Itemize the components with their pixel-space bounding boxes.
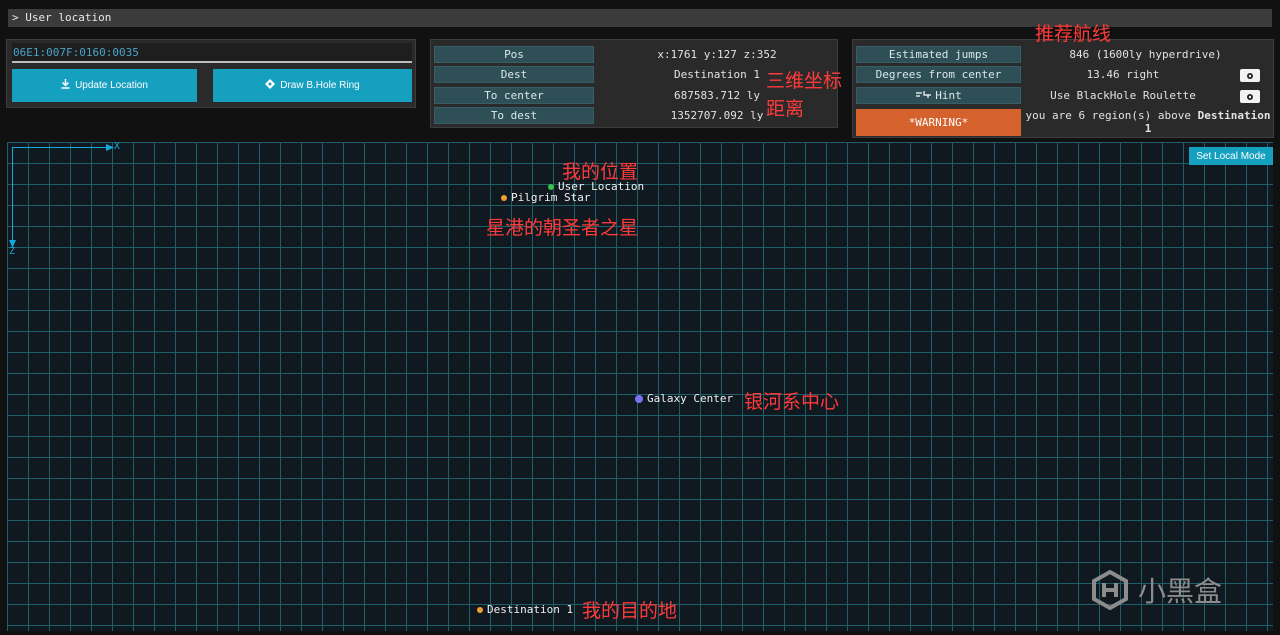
to-center-label: To center — [434, 87, 594, 104]
annotation-destination: 我的目的地 — [582, 600, 678, 622]
galaxy-center-marker[interactable]: Galaxy Center — [635, 392, 733, 405]
annotation-pilgrim-star: 星港的朝圣者之星 — [486, 217, 639, 239]
warning-text-a: you are 6 region(s) above — [1025, 109, 1192, 122]
degrees-info-button[interactable] — [1240, 69, 1260, 82]
heybox-logo-icon — [1092, 570, 1128, 610]
galaxy-map[interactable]: X Z Set Local Mode User Location Pilgrim… — [7, 142, 1273, 631]
watermark: 小黑盒 — [1090, 570, 1222, 610]
dest-label: Dest — [434, 66, 594, 83]
x-axis-arrow-icon — [106, 144, 114, 151]
pos-value: x:1761 y:127 z:352 — [657, 48, 777, 61]
destination-dot — [477, 606, 483, 613]
hint-label: Hint — [935, 89, 962, 102]
galaxy-center-label: Galaxy Center — [647, 392, 734, 405]
set-local-mode-button[interactable]: Set Local Mode — [1189, 147, 1273, 165]
annotation-distance: 距离 — [766, 98, 805, 120]
pilgrim-star-marker[interactable]: Pilgrim Star — [501, 191, 590, 204]
annotation-my-position: 我的位置 — [562, 161, 639, 183]
z-axis-line — [12, 147, 13, 242]
z-axis-label: Z — [9, 246, 16, 257]
destination-label: Destination 1 — [487, 603, 574, 616]
gear-icon — [1247, 72, 1253, 79]
hint-icon — [915, 89, 933, 102]
pilgrim-star-label: Pilgrim Star — [511, 191, 591, 204]
crosshair-icon — [265, 79, 276, 92]
galactic-coordinate-input[interactable] — [12, 43, 412, 63]
update-location-button[interactable]: Update Location — [12, 69, 197, 102]
warning-text: you are 6 region(s) above Destination 1 — [1023, 109, 1273, 135]
warning-badge: *WARNING* — [856, 109, 1021, 136]
gear-icon — [1247, 93, 1253, 100]
x-axis-line — [12, 147, 112, 148]
hint-value: Use BlackHole Roulette — [1050, 89, 1196, 102]
destination-marker[interactable]: Destination 1 — [477, 603, 573, 616]
update-location-label: Update Location — [75, 80, 148, 91]
hint-info-button[interactable] — [1240, 90, 1260, 103]
degrees-from-center-value: 13.46 right — [1086, 68, 1160, 81]
to-dest-label: To dest — [434, 107, 594, 124]
x-axis-label: X — [114, 142, 121, 152]
estimated-jumps-label: Estimated jumps — [856, 46, 1021, 63]
pilgrim-star-dot — [501, 194, 507, 201]
location-panel: Update Location Draw B.Hole Ring — [6, 39, 416, 108]
watermark-text: 小黑盒 — [1138, 575, 1223, 608]
download-icon — [61, 79, 70, 92]
annotation-3d-coordinates: 三维坐标 — [766, 70, 843, 92]
estimated-jumps-value: 846 (1600ly hyperdrive) — [1069, 48, 1222, 61]
route-panel: Estimated jumps 846 (1600ly hyperdrive) … — [852, 39, 1274, 138]
pos-label: Pos — [434, 46, 594, 63]
galaxy-center-dot — [635, 394, 643, 403]
hint-label-box: Hint — [856, 87, 1021, 104]
degrees-from-center-label: Degrees from center — [856, 66, 1021, 83]
user-location-dot — [548, 183, 554, 190]
annotation-galaxy-center: 银河系中心 — [744, 391, 840, 413]
draw-blackhole-ring-button[interactable]: Draw B.Hole Ring — [213, 69, 412, 102]
annotation-recommended-route: 推荐航线 — [1035, 23, 1112, 45]
draw-ring-label: Draw B.Hole Ring — [280, 80, 360, 91]
